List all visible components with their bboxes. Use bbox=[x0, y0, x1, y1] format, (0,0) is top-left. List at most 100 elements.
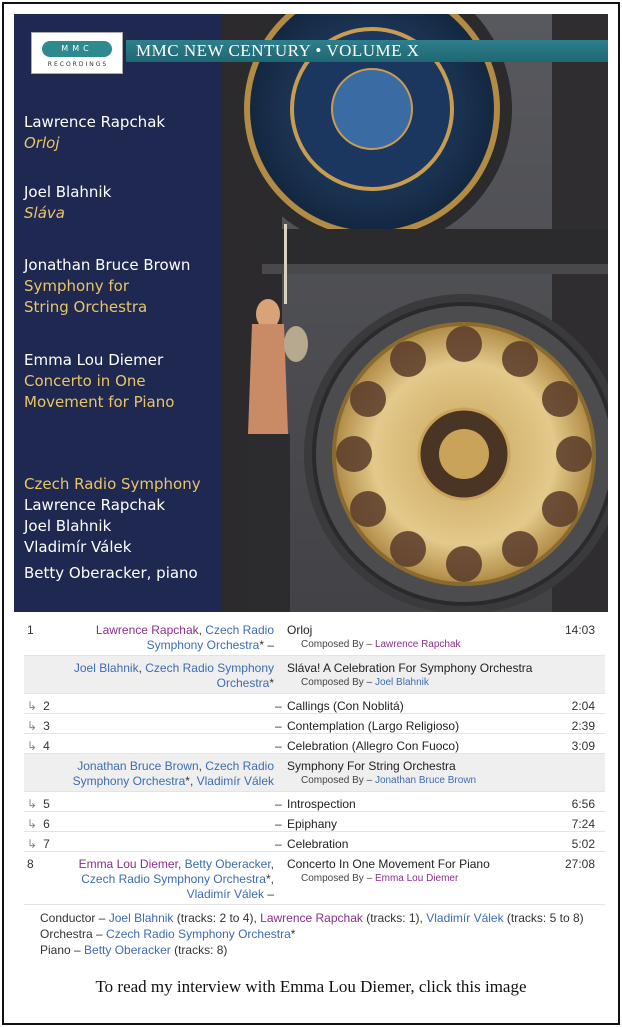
track-number: 7 bbox=[43, 837, 50, 851]
separator-text: *, bbox=[265, 872, 274, 886]
subtrack-arrow-icon: ↳ bbox=[27, 837, 38, 851]
cover-work-title: String Orchestra bbox=[24, 298, 148, 316]
track-title: Orloj bbox=[287, 623, 313, 637]
artist-link[interactable]: Symphony Orchestra bbox=[147, 638, 260, 652]
cover-work-title: Movement for Piano bbox=[24, 393, 175, 411]
track-number: 5 bbox=[43, 797, 50, 811]
track-position: 8 bbox=[27, 857, 34, 871]
composer-link[interactable]: Jonathan Bruce Brown bbox=[375, 775, 476, 786]
credits-section: Conductor – Joel Blahnik (tracks: 2 to 4… bbox=[40, 910, 610, 958]
artist-line: Symphony Orchestra* – bbox=[64, 638, 274, 653]
artist-dash: – bbox=[275, 699, 282, 713]
subtrack-arrow-icon: ↳ bbox=[27, 797, 38, 811]
track-position: ↳ 7 bbox=[27, 837, 50, 851]
cover-work-entry: Lawrence Rapchak Orloj bbox=[24, 112, 224, 154]
track-duration: 6:56 bbox=[571, 797, 595, 811]
artist-link[interactable]: Czech Radio Symphony Orchestra bbox=[81, 872, 266, 886]
series-banner: MMC NEW CENTURY • VOLUME X bbox=[126, 40, 608, 62]
composer-credit: Composed By – Joel Blahnik bbox=[301, 677, 429, 688]
credit-label: Composed By – bbox=[301, 639, 375, 650]
track-duration: 2:39 bbox=[571, 719, 595, 733]
artist-link[interactable]: Joel Blahnik bbox=[74, 661, 139, 675]
cover-composer-name: Jonathan Bruce Brown bbox=[24, 256, 191, 274]
artist-link[interactable]: Jonathan Bruce Brown bbox=[77, 759, 198, 773]
artist-link[interactable]: Emma Lou Diemer bbox=[79, 857, 178, 871]
logo-subtext: RECORDINGS bbox=[47, 61, 109, 68]
track-position: ↳ 2 bbox=[27, 699, 50, 713]
artist-dash: – bbox=[275, 817, 282, 831]
artist-link[interactable]: Betty Oberacker bbox=[185, 857, 271, 871]
credit-artist-link[interactable]: Czech Radio Symphony Orchestra bbox=[106, 927, 291, 941]
track-title: Sláva! A Celebration For Symphony Orches… bbox=[287, 661, 533, 675]
separator-text: – bbox=[263, 887, 274, 901]
cover-performers: Czech Radio Symphony Lawrence Rapchak Jo… bbox=[24, 474, 224, 558]
artist-link[interactable]: Lawrence Rapchak bbox=[96, 623, 199, 637]
track-position: ↳ 5 bbox=[27, 797, 50, 811]
track-duration: 14:03 bbox=[564, 623, 595, 637]
credit-label: Composed By – bbox=[301, 873, 375, 884]
track-artists: Joel Blahnik, Czech Radio Symphony Orches… bbox=[64, 661, 274, 691]
track-artists: Emma Lou Diemer, Betty Oberacker, Czech R… bbox=[64, 857, 274, 902]
interview-caption[interactable]: To read my interview with Emma Lou Dieme… bbox=[0, 977, 622, 997]
track-duration: 2:04 bbox=[571, 699, 595, 713]
track-artists: Lawrence Rapchak, Czech Radio Symphony Or… bbox=[64, 623, 274, 653]
credit-artist-link[interactable]: Vladimír Válek bbox=[426, 911, 503, 925]
track-row: Joel Blahnik, Czech Radio Symphony Orches… bbox=[24, 656, 605, 694]
track-title: Concerto In One Movement For Piano bbox=[287, 857, 490, 871]
separator-text: *, bbox=[185, 774, 197, 788]
tracklist-table: 1 Lawrence Rapchak, Czech Radio Symphony O… bbox=[24, 618, 605, 905]
cover-work-title: Symphony for bbox=[24, 277, 129, 295]
subtrack-row: ↳ 2 – Callings (Con Noblitá) 2:04 bbox=[24, 694, 605, 714]
credit-artist-link[interactable]: Joel Blahnik bbox=[109, 911, 174, 925]
separator-text: (tracks: 1), bbox=[362, 911, 427, 925]
artist-link[interactable]: Czech Radio bbox=[205, 623, 274, 637]
track-duration: 27:08 bbox=[564, 857, 595, 871]
separator-text: , bbox=[177, 857, 185, 871]
track-row: 1 Lawrence Rapchak, Czech Radio Symphony O… bbox=[24, 618, 605, 656]
album-cover-image[interactable]: MMC RECORDINGS MMC NEW CENTURY • VOLUME … bbox=[14, 14, 608, 612]
artist-link[interactable]: Czech Radio Symphony bbox=[145, 661, 274, 675]
composer-link[interactable]: Lawrence Rapchak bbox=[375, 639, 461, 650]
track-number: 1 bbox=[27, 623, 34, 637]
track-title: Celebration (Allegro Con Fuoco) bbox=[287, 739, 460, 753]
track-number: 3 bbox=[43, 719, 50, 733]
artist-line: Czech Radio Symphony Orchestra*, bbox=[64, 872, 274, 887]
separator-text: Conductor – bbox=[40, 911, 109, 925]
track-title: Celebration bbox=[287, 837, 349, 851]
artist-line: Emma Lou Diemer, Betty Oberacker, bbox=[64, 857, 274, 872]
credit-line: Conductor – Joel Blahnik (tracks: 2 to 4… bbox=[40, 910, 610, 926]
track-title: Symphony For String Orchestra bbox=[287, 759, 456, 773]
track-position: 1 bbox=[27, 623, 34, 637]
subtrack-row: ↳ 6– Epiphany 7:24 bbox=[24, 812, 605, 832]
track-number: 6 bbox=[43, 817, 50, 831]
artist-dash: – bbox=[275, 837, 282, 851]
credit-artist-link[interactable]: Betty Oberacker bbox=[84, 943, 171, 957]
subtrack-row: ↳ 3– Contemplation (Largo Religioso) 2:39 bbox=[24, 714, 605, 734]
artist-dash: – bbox=[275, 739, 282, 753]
track-title: Callings (Con Noblitá) bbox=[287, 699, 404, 713]
artist-dash: – bbox=[275, 719, 282, 733]
track-position: ↳ 6 bbox=[27, 817, 50, 831]
logo-mark: MMC bbox=[42, 41, 112, 57]
separator-text: * bbox=[269, 676, 274, 690]
artist-link[interactable]: Orchestra bbox=[217, 676, 270, 690]
artist-link[interactable]: Czech Radio bbox=[205, 759, 274, 773]
cover-work-entry: Jonathan Bruce Brown Symphony for String O… bbox=[24, 255, 224, 318]
separator-text: Orchestra – bbox=[40, 927, 107, 941]
track-number: 4 bbox=[43, 739, 50, 753]
subtrack-row: ↳ 5– Introspection 6:56 bbox=[24, 792, 605, 812]
track-duration: 7:24 bbox=[571, 817, 595, 831]
cover-work-entry: Emma Lou Diemer Concerto in One Movement f… bbox=[24, 350, 224, 413]
track-position: ↳ 3 bbox=[27, 719, 50, 733]
artist-line: Joel Blahnik, Czech Radio Symphony bbox=[64, 661, 274, 676]
artist-link[interactable]: Vladimír Válek bbox=[187, 887, 264, 901]
separator-text: * – bbox=[259, 638, 274, 652]
cover-work-title: Orloj bbox=[24, 134, 60, 152]
credit-artist-link[interactable]: Lawrence Rapchak bbox=[260, 911, 363, 925]
track-artists: Jonathan Bruce Brown, Czech Radio Symphon… bbox=[64, 759, 274, 789]
artist-link[interactable]: Symphony Orchestra bbox=[73, 774, 186, 788]
composer-link[interactable]: Joel Blahnik bbox=[375, 677, 429, 688]
credit-line: Piano – Betty Oberacker (tracks: 8) bbox=[40, 942, 610, 958]
composer-link[interactable]: Emma Lou Diemer bbox=[375, 873, 458, 884]
artist-link[interactable]: Vladimír Válek bbox=[197, 774, 274, 788]
